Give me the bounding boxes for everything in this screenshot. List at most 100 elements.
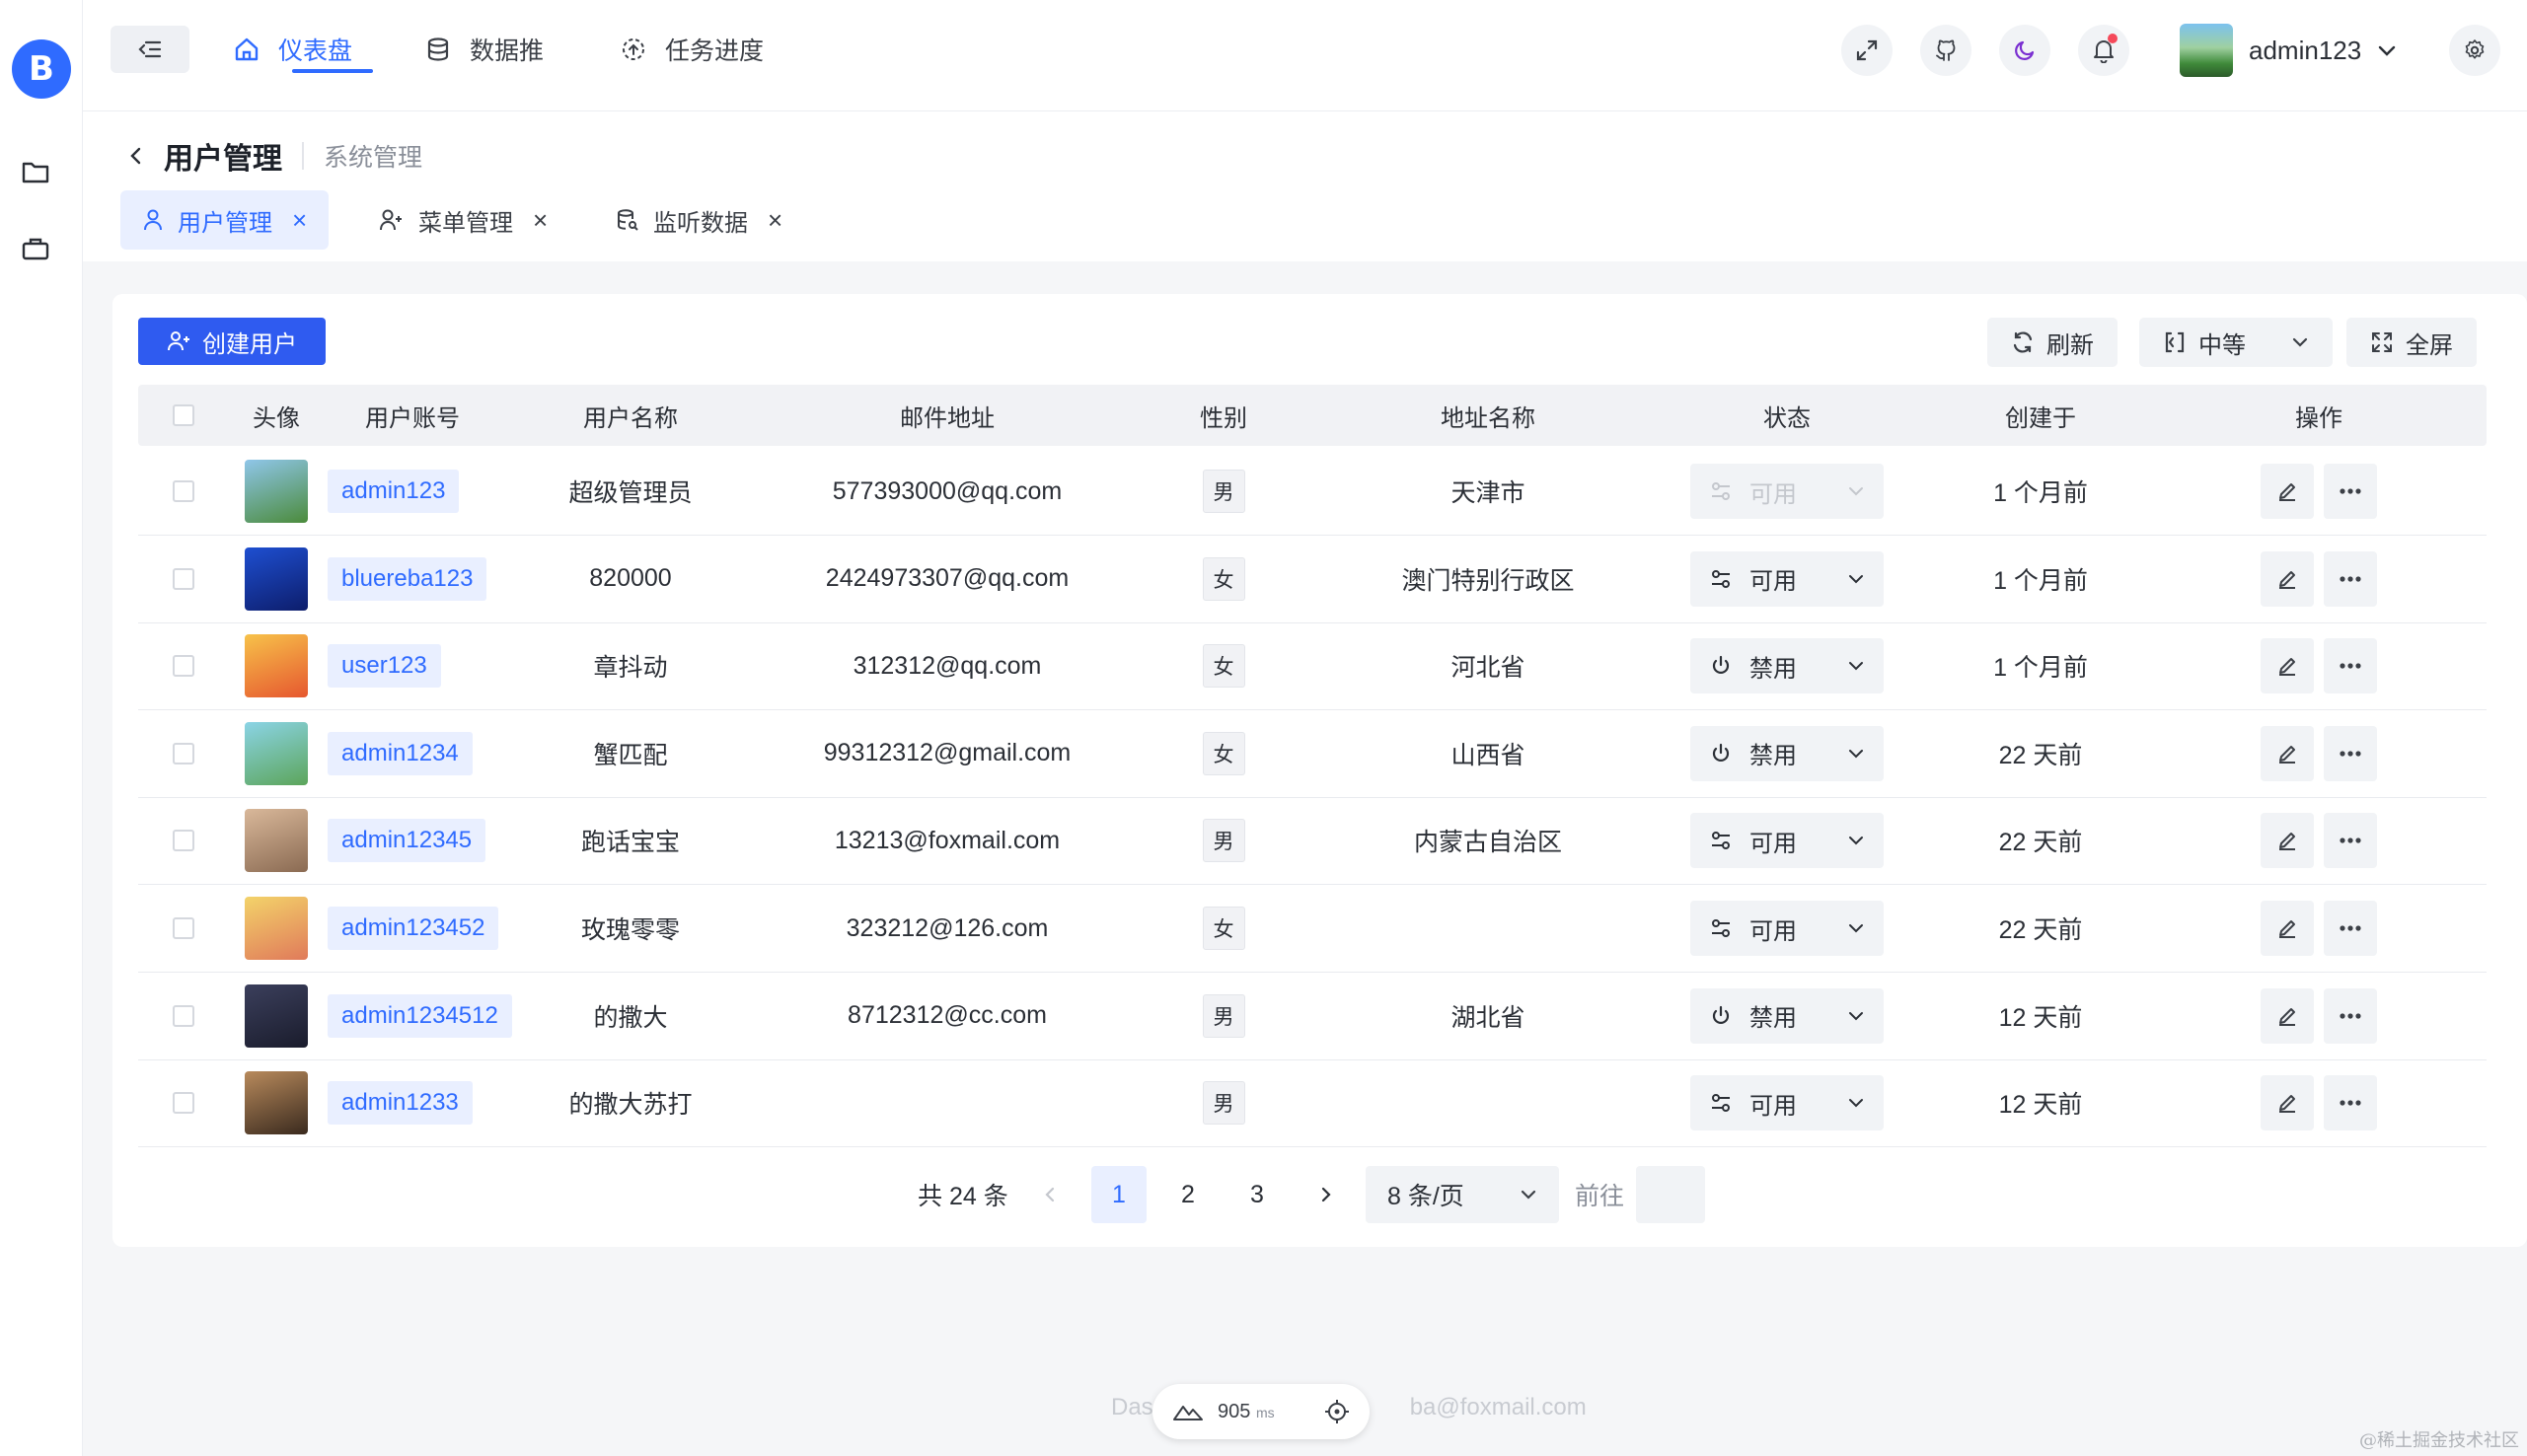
more-button[interactable] (2324, 901, 2377, 956)
avatar-cell (229, 1059, 324, 1146)
gender-tag: 男 (1202, 993, 1245, 1038)
create-user-button[interactable]: 创建用户 (138, 318, 326, 365)
username-cell: 跑话宝宝 (580, 829, 680, 857)
account-tag[interactable]: bluereba123 (328, 556, 487, 601)
status-select[interactable]: 可用 (1690, 1075, 1884, 1131)
edit-button[interactable] (2261, 1075, 2314, 1131)
status-select[interactable]: 禁用 (1690, 638, 1884, 694)
crosshair-icon (1325, 1400, 1349, 1423)
refresh-button[interactable]: 刷新 (1987, 318, 2118, 367)
status-select[interactable]: 禁用 (1690, 987, 1884, 1044)
settings-button[interactable] (2449, 25, 2500, 76)
select-cell (138, 448, 229, 535)
account-tag[interactable]: admin1233 (328, 1081, 473, 1126)
gender-tag: 女 (1202, 731, 1245, 775)
goto-page-input[interactable] (1636, 1166, 1705, 1223)
next-page-button[interactable] (1299, 1166, 1354, 1223)
user-icon (144, 209, 162, 231)
menu-collapse-button[interactable] (111, 26, 189, 73)
more-button[interactable] (2324, 725, 2377, 781)
theme-toggle-button[interactable] (1999, 25, 2050, 76)
account-tag[interactable]: admin1234 (328, 731, 473, 775)
account-tag[interactable]: user123 (328, 644, 441, 689)
edit-button[interactable] (2261, 464, 2314, 519)
username-cell: 章抖动 (593, 654, 668, 683)
page-button[interactable]: 3 (1229, 1166, 1285, 1223)
nav-task-progress[interactable]: 任务进度 (620, 26, 764, 73)
status-label: 禁用 (1749, 743, 1797, 770)
page-button[interactable]: 1 (1091, 1166, 1147, 1223)
avatar-cell (229, 710, 324, 797)
table-fullscreen-button[interactable]: 全屏 (2346, 318, 2477, 367)
account-tag[interactable]: admin123452 (328, 907, 499, 950)
close-icon[interactable]: × (768, 207, 782, 233)
github-button[interactable] (1920, 25, 1971, 76)
more-button[interactable] (2324, 464, 2377, 519)
more-button[interactable] (2324, 1075, 2377, 1131)
row-checkbox[interactable] (173, 917, 194, 939)
status-select[interactable]: 可用 (1690, 464, 1884, 519)
prev-page-button[interactable] (1022, 1166, 1078, 1223)
row-checkbox[interactable] (173, 1004, 194, 1027)
tab-monitor-data[interactable]: 监听数据 × (594, 190, 804, 250)
toggle-icon (1712, 482, 1730, 500)
nav-dashboard[interactable]: 仪表盘 (233, 26, 352, 73)
select-all-cell (138, 385, 229, 446)
briefcase-icon[interactable] (20, 233, 51, 264)
actions-cell (2171, 448, 2467, 535)
close-icon[interactable]: × (533, 207, 548, 233)
close-icon[interactable]: × (292, 207, 307, 233)
avatar (245, 460, 308, 523)
back-arrow-icon[interactable] (128, 145, 144, 167)
select-all-checkbox[interactable] (173, 404, 194, 426)
folder-icon[interactable] (20, 156, 51, 187)
address-cell: 湖北省 (1450, 1003, 1525, 1032)
status-select[interactable]: 可用 (1690, 550, 1884, 607)
tab-user-management[interactable]: 用户管理 × (120, 190, 330, 250)
edit-button[interactable] (2261, 901, 2314, 956)
gender-cell: 女 (1135, 710, 1312, 797)
fullscreen-label: 全屏 (2406, 331, 2453, 359)
row-checkbox[interactable] (173, 567, 194, 590)
row-checkbox[interactable] (173, 830, 194, 852)
density-select[interactable]: 中等 (2139, 318, 2333, 367)
more-button[interactable] (2324, 638, 2377, 694)
chevron-down-icon (1849, 574, 1863, 584)
more-button[interactable] (2324, 813, 2377, 869)
more-button[interactable] (2324, 550, 2377, 607)
more-button[interactable] (2324, 987, 2377, 1044)
nav-data-push[interactable]: 数据推 (424, 26, 544, 73)
row-checkbox[interactable] (173, 655, 194, 678)
user-menu[interactable]: admin123 (2180, 24, 2397, 77)
actions-cell (2171, 710, 2467, 797)
page-size-select[interactable]: 8 条/页 (1366, 1166, 1559, 1223)
create-user-label: 创建用户 (202, 330, 297, 358)
account-tag[interactable]: admin1234512 (328, 993, 512, 1038)
tab-menu-management[interactable]: 菜单管理 × (357, 190, 569, 250)
select-cell (138, 1059, 229, 1146)
status-select[interactable]: 可用 (1690, 813, 1884, 869)
edit-button[interactable] (2261, 725, 2314, 781)
performance-widget[interactable]: 905 ms (1152, 1384, 1370, 1439)
status-select[interactable]: 禁用 (1690, 725, 1884, 781)
fullscreen-button[interactable] (1841, 25, 1893, 76)
notification-button[interactable] (2078, 25, 2129, 76)
row-checkbox[interactable] (173, 1092, 194, 1115)
breadcrumb-parent[interactable]: 系统管理 (324, 138, 422, 174)
row-checkbox[interactable] (173, 480, 194, 502)
edit-button[interactable] (2261, 813, 2314, 869)
edit-button[interactable] (2261, 550, 2314, 607)
edit-button[interactable] (2261, 987, 2314, 1044)
row-checkbox[interactable] (173, 742, 194, 764)
status-label: 可用 (1749, 917, 1797, 945)
page-button[interactable]: 2 (1160, 1166, 1216, 1223)
edit-button[interactable] (2261, 638, 2314, 694)
username-cell: 玫瑰零零 (580, 916, 680, 944)
pencil-icon (2279, 658, 2295, 677)
status-select[interactable]: 可用 (1690, 901, 1884, 956)
account-tag[interactable]: admin123 (328, 470, 460, 513)
status-cell: 可用 (1664, 797, 1910, 884)
account-tag[interactable]: admin12345 (328, 819, 486, 863)
status-label: 可用 (1749, 1092, 1797, 1120)
app-logo[interactable]: B (12, 39, 71, 99)
